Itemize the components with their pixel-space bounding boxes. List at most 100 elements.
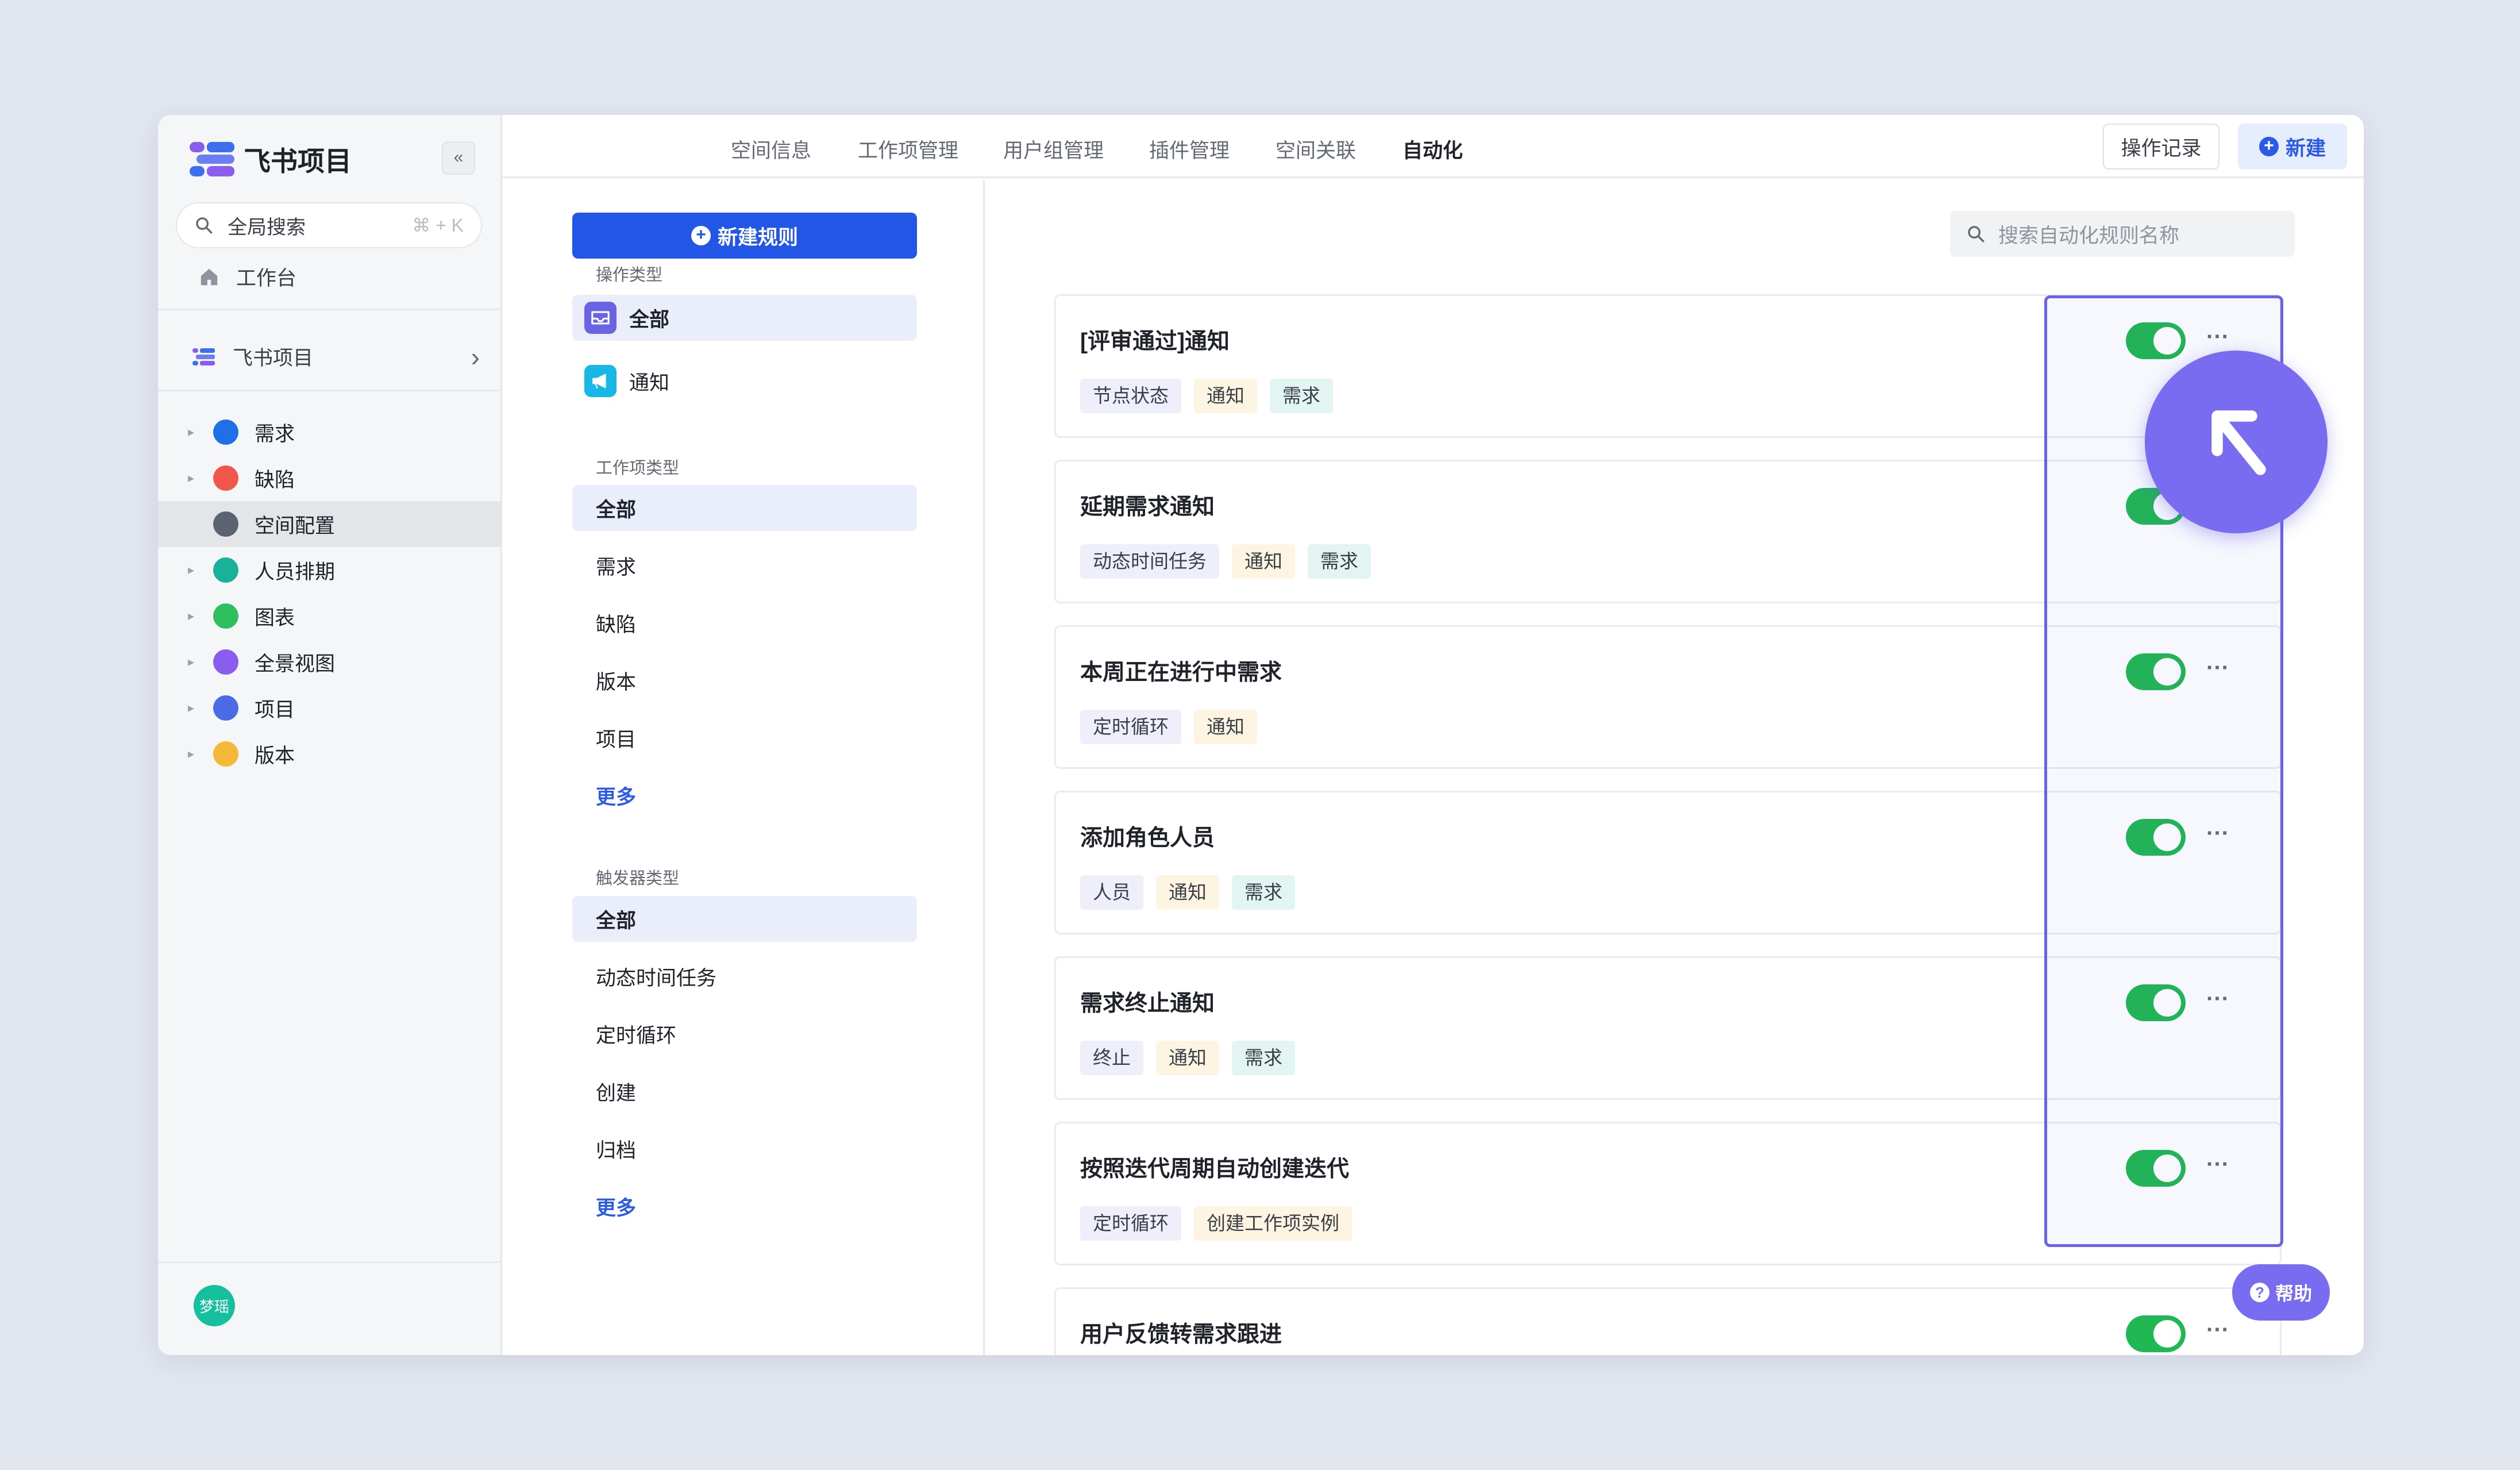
rule-title: 延期需求通知: [1080, 495, 1215, 519]
tab-space-association[interactable]: 空间关联: [1276, 134, 1356, 164]
rule-tag: 动态时间任务: [1080, 544, 1219, 579]
rule-enable-toggle[interactable]: [2126, 1150, 2186, 1187]
filter-work-item-project[interactable]: 项目: [572, 715, 917, 761]
filter-trigger-scheduled[interactable]: 定时循环: [572, 1011, 917, 1057]
rule-card[interactable]: 本周正在进行中需求定时循环 通知 ···: [1054, 625, 2282, 769]
more-options-icon[interactable]: ···: [2201, 1150, 2235, 1187]
collapse-sidebar-button[interactable]: «: [442, 141, 475, 175]
app-logo[interactable]: 飞书项目: [190, 139, 352, 179]
rule-card[interactable]: 需求终止通知 终止 通知 需求 ···: [1054, 956, 2282, 1100]
help-label: 帮助: [2275, 1283, 2312, 1304]
panorama-icon: [213, 649, 238, 675]
more-options-icon[interactable]: ···: [2201, 1315, 2235, 1352]
rule-tags: 定时循环 创建工作项实例: [1080, 1206, 1365, 1241]
sidebar-item[interactable]: ▸ 项目: [158, 685, 502, 731]
rule-enable-toggle[interactable]: [2126, 322, 2186, 359]
check-circle-icon: [213, 420, 238, 445]
rule-card[interactable]: 按照迭代周期自动创建迭代定时循环 创建工作项实例 ···: [1054, 1122, 2282, 1265]
caret-right-icon[interactable]: ▸: [188, 746, 201, 761]
rule-title: 按照迭代周期自动创建迭代: [1080, 1157, 1350, 1182]
search-icon: [196, 217, 213, 234]
project-logo-icon: [192, 348, 215, 365]
rule-tag: 通知: [1232, 544, 1295, 579]
filter-trigger-create[interactable]: 创建: [572, 1068, 917, 1114]
tab-space-info[interactable]: 空间信息: [731, 134, 811, 164]
sidebar-item[interactable]: ▸ 全景视图: [158, 639, 502, 685]
sidebar-item[interactable]: ▸ 缺陷: [158, 455, 502, 501]
filter-operation-all[interactable]: 全部: [572, 295, 917, 341]
filter-trigger-all[interactable]: 全部: [572, 896, 917, 942]
sidebar-divider: [158, 1261, 502, 1263]
sidebar: 飞书项目 « 全局搜索 ⌘ + K 工作台 飞书项目 › ▸ 需求 ▸ 缺陷 空间配置 ▸…: [158, 115, 502, 1355]
rule-tag: 通知: [1194, 379, 1257, 413]
rule-tags: 节点状态 通知 需求: [1080, 379, 1346, 413]
project-name: 飞书项目: [233, 347, 314, 370]
version-icon: [213, 741, 238, 767]
rule-card[interactable]: [评审通过]通知 节点状态 通知 需求 ···: [1054, 294, 2282, 438]
caret-right-icon[interactable]: ▸: [188, 563, 201, 578]
filter-operation-notify[interactable]: 通知: [572, 358, 917, 404]
rule-card[interactable]: 用户反馈转需求跟进 ···: [1054, 1287, 2282, 1355]
more-options-icon[interactable]: ···: [2201, 819, 2235, 856]
global-search[interactable]: 全局搜索 ⌘ + K: [176, 202, 482, 248]
rule-card[interactable]: 添加角色人员 人员 通知 需求 ···: [1054, 791, 2282, 934]
rule-tag: 节点状态: [1080, 379, 1181, 413]
rule-title: 用户反馈转需求跟进: [1080, 1322, 1282, 1347]
filter-work-item-all[interactable]: 全部: [572, 485, 917, 531]
plus-circle-icon: +: [2259, 137, 2279, 156]
sidebar-item-label: 全景视图: [255, 652, 336, 675]
avatar[interactable]: 梦瑶: [194, 1285, 235, 1326]
rule-enable-toggle[interactable]: [2126, 819, 2186, 856]
sidebar-item[interactable]: ▸ 人员排期: [158, 547, 502, 593]
help-button[interactable]: ? 帮助: [2232, 1264, 2330, 1321]
caret-right-icon[interactable]: ▸: [188, 471, 201, 486]
global-search-label: 全局搜索: [228, 216, 306, 238]
rule-title: 需求终止通知: [1080, 991, 1215, 1016]
sidebar-item[interactable]: ▸ 图表: [158, 593, 502, 639]
filter-trigger-more[interactable]: 更多: [572, 1183, 917, 1229]
tab-plugin-management[interactable]: 插件管理: [1149, 134, 1230, 164]
sidebar-item[interactable]: ▸ 需求: [158, 409, 502, 455]
rule-tag: 通知: [1156, 1041, 1219, 1075]
rule-enable-toggle[interactable]: [2126, 653, 2186, 690]
filter-work-item-requirement[interactable]: 需求: [572, 542, 917, 588]
more-options-icon[interactable]: ···: [2201, 984, 2235, 1021]
rule-title: 本周正在进行中需求: [1080, 660, 1282, 685]
rule-title: [评审通过]通知: [1080, 329, 1230, 354]
project-switcher[interactable]: 飞书项目 ›: [192, 342, 480, 371]
rule-tag: 需求: [1232, 1041, 1295, 1075]
filter-work-item-defect[interactable]: 缺陷: [572, 600, 917, 646]
filter-work-item-more[interactable]: 更多: [572, 772, 917, 818]
chevron-right-icon: ›: [471, 341, 480, 372]
sidebar-item[interactable]: 空间配置: [158, 501, 502, 547]
operation-log-button[interactable]: 操作记录: [2103, 124, 2220, 170]
filter-trigger-archive[interactable]: 归档: [572, 1126, 917, 1172]
tab-work-item-management[interactable]: 工作项管理: [858, 134, 958, 164]
rule-enable-toggle[interactable]: [2126, 1315, 2186, 1352]
rule-tag: 通知: [1156, 875, 1219, 910]
caret-right-icon[interactable]: ▸: [188, 655, 201, 669]
filter-panel: + 新建规则 操作类型 全部 通知 工作项类型 全部 需求 缺陷 版本 项目 更…: [502, 180, 985, 1355]
bar-chart-icon: [213, 603, 238, 629]
rule-tags: 定时循环 通知: [1080, 710, 1270, 744]
rule-tag: 人员: [1080, 875, 1143, 910]
new-rule-button[interactable]: + 新建规则: [572, 213, 917, 259]
rule-card[interactable]: 延期需求通知动态时间任务通知需求···: [1054, 460, 2282, 603]
rule-search-input[interactable]: 搜索自动化规则名称: [1950, 211, 2295, 257]
app-title: 飞书项目: [244, 146, 352, 176]
caret-right-icon[interactable]: ▸: [188, 701, 201, 715]
rule-enable-toggle[interactable]: [2126, 984, 2186, 1021]
filter-work-item-version[interactable]: 版本: [572, 657, 917, 703]
new-button[interactable]: + 新建: [2238, 124, 2347, 170]
more-options-icon[interactable]: ···: [2201, 653, 2235, 690]
tab-automation[interactable]: 自动化: [1402, 134, 1463, 164]
filter-operation-notify-label: 通知: [629, 371, 670, 394]
workbench-link[interactable]: 工作台: [198, 262, 296, 291]
double-chevron-left-icon: «: [453, 148, 464, 167]
tab-user-group-management[interactable]: 用户组管理: [1003, 134, 1104, 164]
sidebar-item-label: 项目: [255, 698, 295, 721]
sidebar-item[interactable]: ▸ 版本: [158, 731, 502, 777]
filter-trigger-dynamic-time[interactable]: 动态时间任务: [572, 953, 917, 999]
caret-right-icon[interactable]: ▸: [188, 425, 201, 440]
caret-right-icon[interactable]: ▸: [188, 609, 201, 624]
